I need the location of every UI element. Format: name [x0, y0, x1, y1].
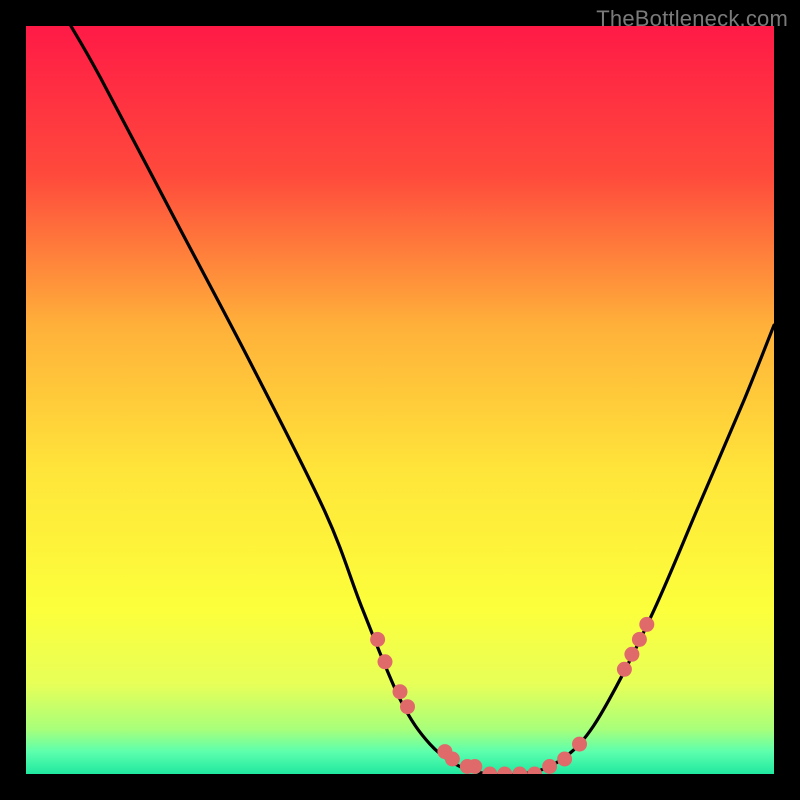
- chart-frame: [26, 26, 774, 774]
- data-marker: [378, 654, 393, 669]
- data-marker: [632, 632, 647, 647]
- data-marker: [617, 662, 632, 677]
- data-marker: [639, 617, 654, 632]
- bottleneck-chart: [26, 26, 774, 774]
- data-marker: [624, 647, 639, 662]
- data-marker: [393, 684, 408, 699]
- data-marker: [370, 632, 385, 647]
- data-marker: [400, 699, 415, 714]
- plot-background: [26, 26, 774, 774]
- data-marker: [467, 759, 482, 774]
- data-marker: [542, 759, 557, 774]
- data-marker: [572, 737, 587, 752]
- data-marker: [445, 752, 460, 767]
- data-marker: [557, 752, 572, 767]
